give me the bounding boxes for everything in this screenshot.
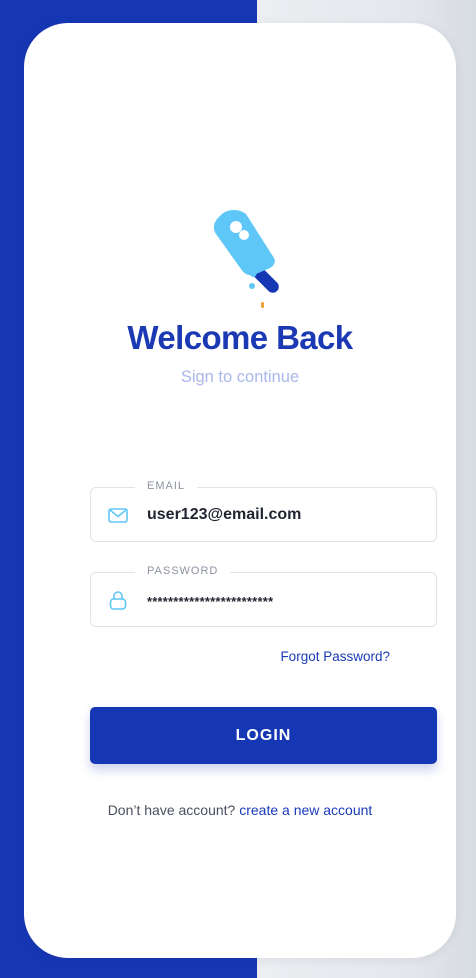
signup-prompt: Don’t have account? create a new account [24,802,456,818]
email-field-label: EMAIL [135,480,198,492]
popsicle-icon [213,210,279,308]
forgot-password-link[interactable]: Forgot Password? [280,649,390,664]
page-subtitle: Sign to continue [180,368,300,386]
email-field[interactable]: EMAIL user123@email.com [90,480,437,542]
signup-prompt-text: Don’t have account? [107,802,236,818]
password-value: ************************ [147,594,274,609]
lock-icon [109,591,127,610]
password-field-label: PASSWORD [135,565,231,577]
create-account-link[interactable]: create a new account [239,802,372,818]
email-value: user123@email.com [147,506,302,523]
password-field[interactable]: PASSWORD ************************ [90,565,437,627]
login-card: Welcome Back Sign to continue EMAIL user… [24,23,456,958]
login-button[interactable]: LOGIN [90,707,437,764]
envelope-icon [108,508,128,523]
page-title: Welcome Back [127,319,353,356]
